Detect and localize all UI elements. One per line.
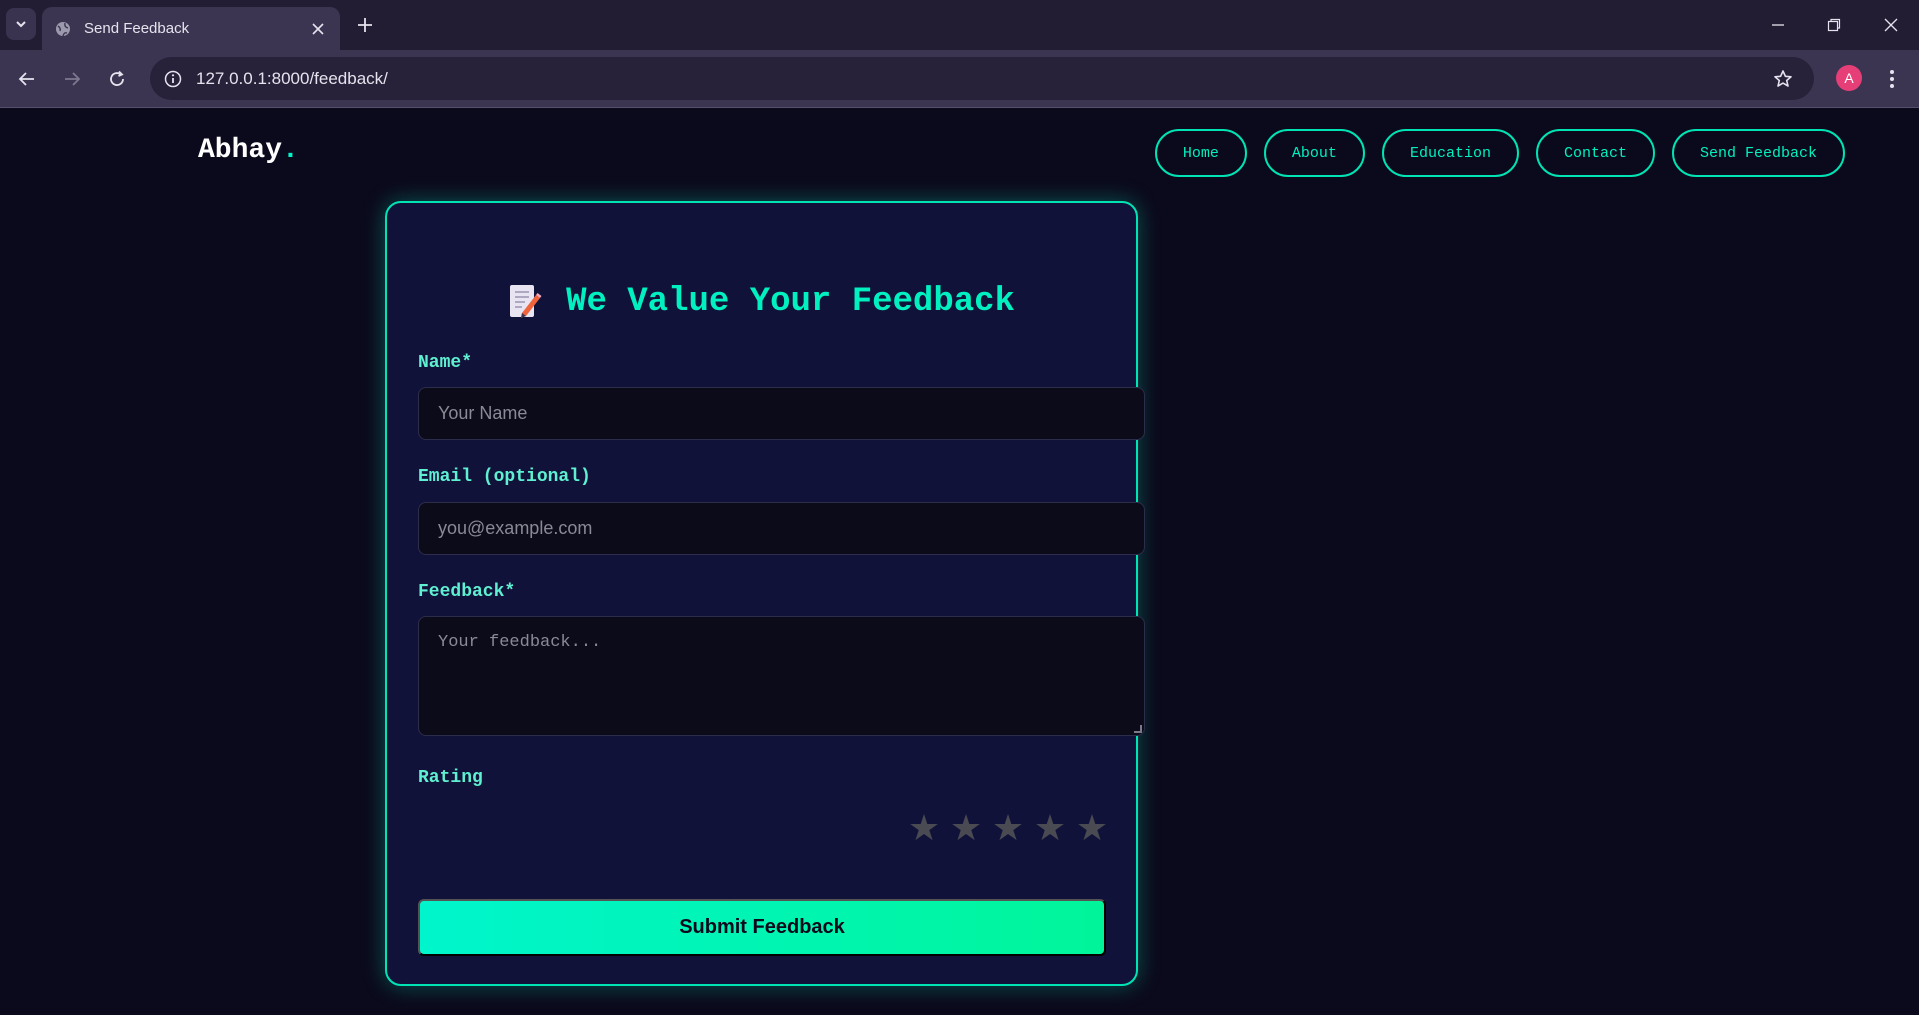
email-placeholder: you@example.com (438, 518, 593, 538)
logo-text: Abhay (198, 135, 283, 166)
tab-title: Send Feedback (84, 20, 190, 37)
reload-icon[interactable] (102, 64, 132, 94)
star-icon[interactable]: ★ (1075, 811, 1109, 847)
site-info-icon[interactable] (158, 64, 188, 94)
nav-education[interactable]: Education (1381, 129, 1519, 177)
feedback-label: Feedback* (418, 582, 516, 602)
address-bar[interactable]: 127.0.0.1:8000/feedback/ (150, 57, 1814, 100)
back-arrow-icon[interactable] (12, 64, 42, 94)
site-logo[interactable]: Abhay. (198, 135, 299, 166)
browser-tab[interactable]: Send Feedback (42, 7, 340, 50)
feedback-card: We Value Your Feedback Name* Your Name E… (385, 201, 1145, 986)
form-title-text: We Value Your Feedback (566, 283, 1015, 321)
email-input[interactable]: you@example.com (418, 502, 1145, 555)
tab-search-button[interactable] (6, 8, 36, 40)
star-icon[interactable]: ★ (991, 811, 1025, 847)
profile-avatar[interactable]: A (1836, 65, 1862, 91)
main-nav: Home About Education Contact Send Feedba… (1154, 129, 1845, 177)
star-icon[interactable]: ★ (1033, 811, 1067, 847)
browser-tabstrip: Send Feedback (0, 0, 1919, 50)
resize-handle-icon[interactable] (1134, 725, 1142, 733)
close-window-icon[interactable] (1876, 10, 1906, 40)
browser-toolbar: 127.0.0.1:8000/feedback/ A (0, 50, 1919, 108)
page-body: Abhay. Home About Education Contact Send… (0, 109, 1919, 1015)
name-placeholder: Your Name (438, 403, 528, 423)
forward-arrow-icon[interactable] (57, 64, 87, 94)
chevron-down-icon (16, 21, 26, 28)
bookmark-star-icon[interactable] (1770, 66, 1796, 92)
minimize-icon[interactable] (1763, 10, 1793, 40)
new-tab-icon[interactable] (352, 12, 378, 38)
logo-dot: . (282, 135, 299, 166)
star-icon[interactable]: ★ (949, 811, 983, 847)
form-title: We Value Your Feedback (387, 283, 1136, 321)
nav-home[interactable]: Home (1154, 129, 1247, 177)
nav-about[interactable]: About (1263, 129, 1365, 177)
name-label: Name* (418, 353, 473, 373)
email-label: Email (optional) (418, 467, 591, 487)
name-input[interactable]: Your Name (418, 387, 1145, 440)
globe-icon (54, 20, 72, 38)
rating-label: Rating (418, 768, 483, 788)
url-text: 127.0.0.1:8000/feedback/ (196, 69, 388, 88)
star-rating: ★ ★ ★ ★ ★ (907, 811, 1109, 847)
star-icon[interactable]: ★ (907, 811, 941, 847)
nav-contact[interactable]: Contact (1535, 129, 1655, 177)
memo-icon (508, 283, 542, 321)
restore-icon[interactable] (1819, 10, 1849, 40)
nav-send-feedback[interactable]: Send Feedback (1671, 129, 1845, 177)
feedback-textarea[interactable]: Your feedback... (418, 616, 1145, 736)
kebab-menu-icon[interactable] (1878, 64, 1906, 94)
feedback-placeholder: Your feedback... (438, 633, 602, 652)
close-tab-icon[interactable] (308, 19, 328, 39)
submit-feedback-button[interactable]: Submit Feedback (418, 899, 1106, 956)
